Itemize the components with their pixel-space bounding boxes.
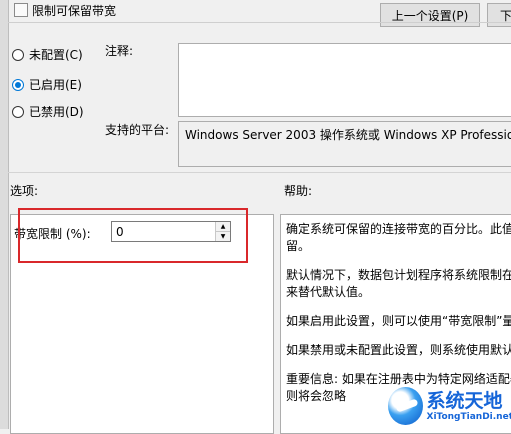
radio-checked-icon (12, 79, 24, 91)
supported-platform-label: 支持的平台: (105, 121, 169, 138)
watermark-logo-icon (388, 387, 423, 425)
notes-textarea[interactable] (178, 43, 511, 117)
radio-label-disabled: 已禁用(D) (29, 103, 84, 120)
radio-not-configured[interactable]: 未配置(C) (12, 46, 83, 63)
radio-circle-icon (12, 49, 24, 61)
radio-enabled[interactable]: 已启用(E) (12, 76, 82, 93)
watermark-text: 系统天地 XiTongTianDi.net (427, 390, 511, 423)
notes-label: 注释: (105, 42, 133, 59)
help-paragraph: 如果禁用或未配置此设置，则系统使用默认 (286, 342, 511, 359)
options-section-label: 选项: (10, 182, 38, 199)
policy-setting-icon (14, 3, 28, 17)
radio-circle-icon (12, 106, 24, 118)
header-divider (8, 22, 511, 23)
help-paragraph: 确定系统可保留的连接带宽的百分比。此值组合带宽保留。 (286, 221, 511, 255)
next-setting-button[interactable]: 下 (487, 3, 511, 27)
watermark-en: XiTongTianDi.net (427, 412, 511, 423)
previous-setting-button[interactable]: 上一个设置(P) (380, 3, 480, 27)
help-section-label: 帮助: (284, 182, 312, 199)
policy-title: 限制可保留带宽 (32, 2, 116, 19)
help-paragraph: 默认情况下，数据包计划程序将系统限制在以使用此设置来替代默认值。 (286, 267, 511, 301)
radio-label-not-configured: 未配置(C) (29, 46, 83, 63)
radio-disabled[interactable]: 已禁用(D) (12, 103, 84, 120)
section-divider (8, 172, 511, 173)
help-paragraph: 如果启用此设置，则可以使用“带宽限制”量。 (286, 313, 511, 330)
site-watermark: 系统天地 XiTongTianDi.net (388, 383, 511, 429)
left-window-edge (0, 0, 9, 429)
supported-platform-value: Windows Server 2003 操作系统或 Windows XP Pro… (178, 121, 511, 167)
red-highlight-box (18, 208, 248, 263)
watermark-cn: 系统天地 (427, 390, 511, 412)
radio-label-enabled: 已启用(E) (29, 76, 82, 93)
